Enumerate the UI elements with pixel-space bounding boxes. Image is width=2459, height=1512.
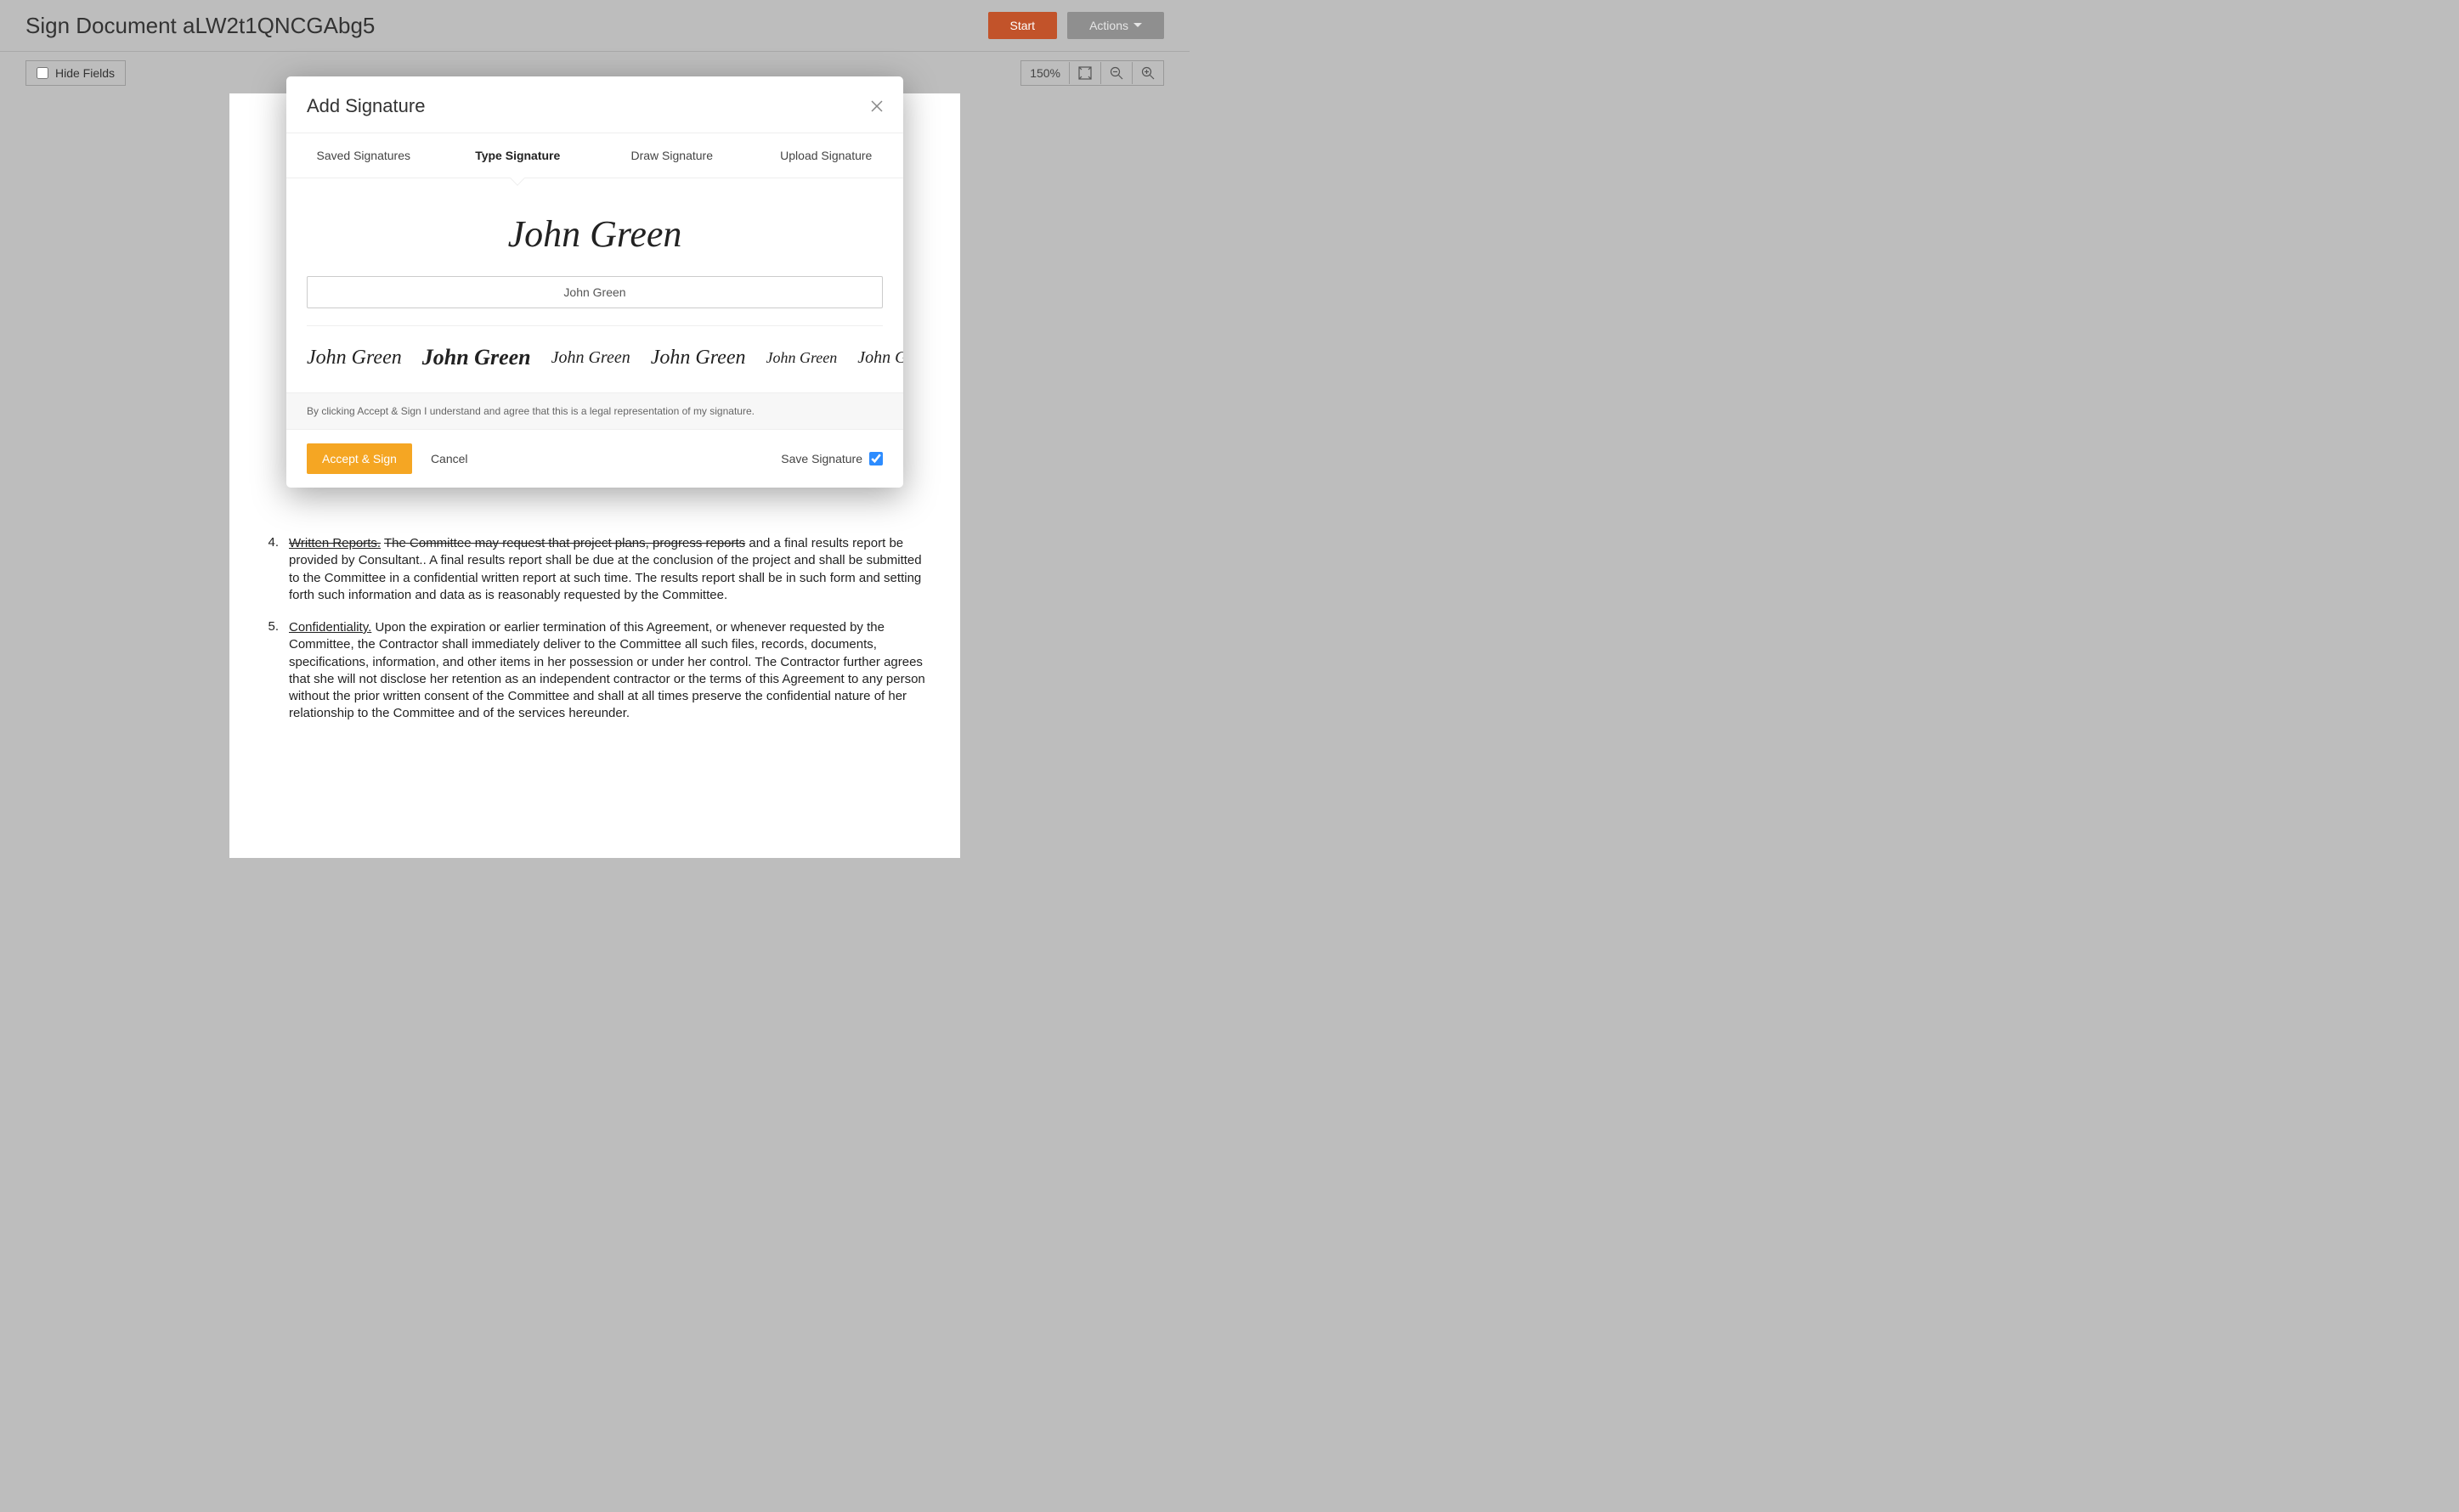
signature-name-input[interactable] xyxy=(307,276,883,308)
item-text: Confidentiality. Upon the expiration or … xyxy=(289,619,926,723)
modal-footer: Accept & Sign Cancel Save Signature xyxy=(286,430,903,488)
page-header: Sign Document aLW2t1QNCGAbg5 Start Actio… xyxy=(0,0,1190,52)
signature-style-option[interactable]: John Green xyxy=(857,348,903,368)
footer-left: Accept & Sign Cancel xyxy=(307,443,472,474)
zoom-controls: 150% xyxy=(1020,60,1164,86)
item-heading: Confidentiality. xyxy=(289,620,371,635)
save-signature-toggle[interactable]: Save Signature xyxy=(781,452,883,465)
document-list-item: 4. Written Reports. The Committee may re… xyxy=(263,535,926,604)
tab-saved-signatures[interactable]: Saved Signatures xyxy=(286,133,441,178)
save-signature-label: Save Signature xyxy=(781,452,862,465)
hide-fields-checkbox[interactable] xyxy=(37,67,48,79)
cancel-button[interactable]: Cancel xyxy=(427,443,472,474)
hide-fields-label: Hide Fields xyxy=(55,66,115,80)
signature-style-option[interactable]: John Green xyxy=(422,345,531,370)
legal-disclaimer: By clicking Accept & Sign I understand a… xyxy=(286,392,903,430)
item-number: 4. xyxy=(263,535,279,604)
zoom-in-icon[interactable] xyxy=(1133,62,1163,84)
item-text: Written Reports. The Committee may reque… xyxy=(289,535,926,604)
signature-style-picker: John Green John Green John Green John Gr… xyxy=(286,326,903,392)
add-signature-modal: Add Signature Saved Signatures Type Sign… xyxy=(286,76,903,488)
item-heading: Written Reports. xyxy=(289,536,381,550)
signature-tabs: Saved Signatures Type Signature Draw Sig… xyxy=(286,133,903,178)
document-list-item: 5. Confidentiality. Upon the expiration … xyxy=(263,619,926,723)
accept-sign-button[interactable]: Accept & Sign xyxy=(307,443,412,474)
item-number: 5. xyxy=(263,619,279,723)
actions-label: Actions xyxy=(1089,19,1128,32)
signature-style-option[interactable]: John Green xyxy=(651,347,746,370)
hide-fields-toggle[interactable]: Hide Fields xyxy=(25,60,126,86)
close-icon[interactable] xyxy=(871,100,883,112)
document-content: 4. Written Reports. The Committee may re… xyxy=(263,535,926,723)
header-actions: Start Actions xyxy=(988,12,1165,39)
signature-input-wrap xyxy=(286,276,903,325)
item-body: Upon the expiration or earlier terminati… xyxy=(289,620,925,720)
modal-title: Add Signature xyxy=(307,95,425,117)
tab-upload-signature[interactable]: Upload Signature xyxy=(749,133,904,178)
signature-style-option[interactable]: John Green xyxy=(766,349,837,367)
modal-header: Add Signature xyxy=(286,76,903,133)
tab-draw-signature[interactable]: Draw Signature xyxy=(595,133,749,178)
zoom-out-icon[interactable] xyxy=(1101,62,1133,84)
signature-style-option[interactable]: John Green xyxy=(551,348,630,368)
fit-to-screen-icon[interactable] xyxy=(1070,62,1101,84)
start-button[interactable]: Start xyxy=(988,12,1058,39)
page-title: Sign Document aLW2t1QNCGAbg5 xyxy=(25,13,375,39)
item-tail: The Committee may request that project p… xyxy=(384,536,745,550)
save-signature-checkbox[interactable] xyxy=(869,452,883,465)
actions-dropdown-button[interactable]: Actions xyxy=(1067,12,1164,39)
chevron-down-icon xyxy=(1133,23,1142,28)
signature-style-option[interactable]: John Green xyxy=(307,347,402,370)
signature-preview: John Green xyxy=(286,178,903,276)
tab-type-signature[interactable]: Type Signature xyxy=(441,133,596,178)
zoom-level: 150% xyxy=(1021,62,1070,84)
